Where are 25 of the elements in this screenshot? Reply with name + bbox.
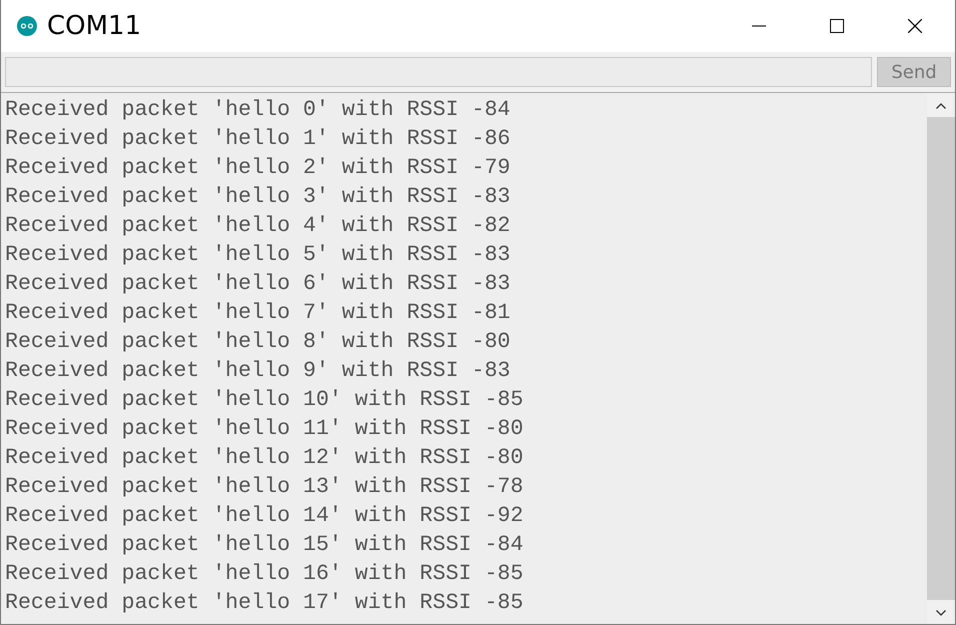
log-line: Received packet 'hello 0' with RSSI -84 [4, 97, 512, 124]
log-line: Received packet 'hello 10' with RSSI -85 [4, 387, 524, 414]
log-line: Received packet 'hello 7' with RSSI -81 [4, 300, 512, 327]
log-line: Received packet 'hello 4' with RSSI -82 [4, 213, 512, 240]
log-line: Received packet 'hello 2' with RSSI -79 [4, 155, 512, 182]
message-input-field[interactable] [5, 57, 872, 87]
log-line: Received packet 'hello 8' with RSSI -80 [4, 329, 512, 356]
scroll-down-icon[interactable] [936, 610, 946, 616]
log-line: Received packet 'hello 12' with RSSI -80 [4, 445, 524, 472]
log-line: Received packet 'hello 13' with RSSI -78 [4, 474, 524, 501]
close-icon[interactable] [908, 19, 922, 33]
window-title: COM11 [47, 11, 142, 41]
scroll-up-icon[interactable] [936, 103, 946, 109]
log-line: Received packet 'hello 16' with RSSI -85 [4, 561, 524, 588]
maximize-icon[interactable] [830, 19, 844, 33]
log-line: Received packet 'hello 14' with RSSI -92 [4, 503, 524, 530]
log-line: Received packet 'hello 1' with RSSI -86 [4, 126, 512, 153]
app-logo-icon [17, 16, 37, 36]
log-line: Received packet 'hello 9' with RSSI -83 [4, 358, 512, 385]
log-line: Received packet 'hello 3' with RSSI -83 [4, 184, 512, 211]
log-line: Received packet 'hello 6' with RSSI -83 [4, 271, 512, 298]
log-line: Received packet 'hello 11' with RSSI -80 [4, 416, 524, 443]
log-line: Received packet 'hello 15' with RSSI -84 [4, 532, 524, 559]
log-line: Received packet 'hello 5' with RSSI -83 [4, 242, 512, 269]
log-line: Received packet 'hello 17' with RSSI -85 [4, 590, 524, 617]
